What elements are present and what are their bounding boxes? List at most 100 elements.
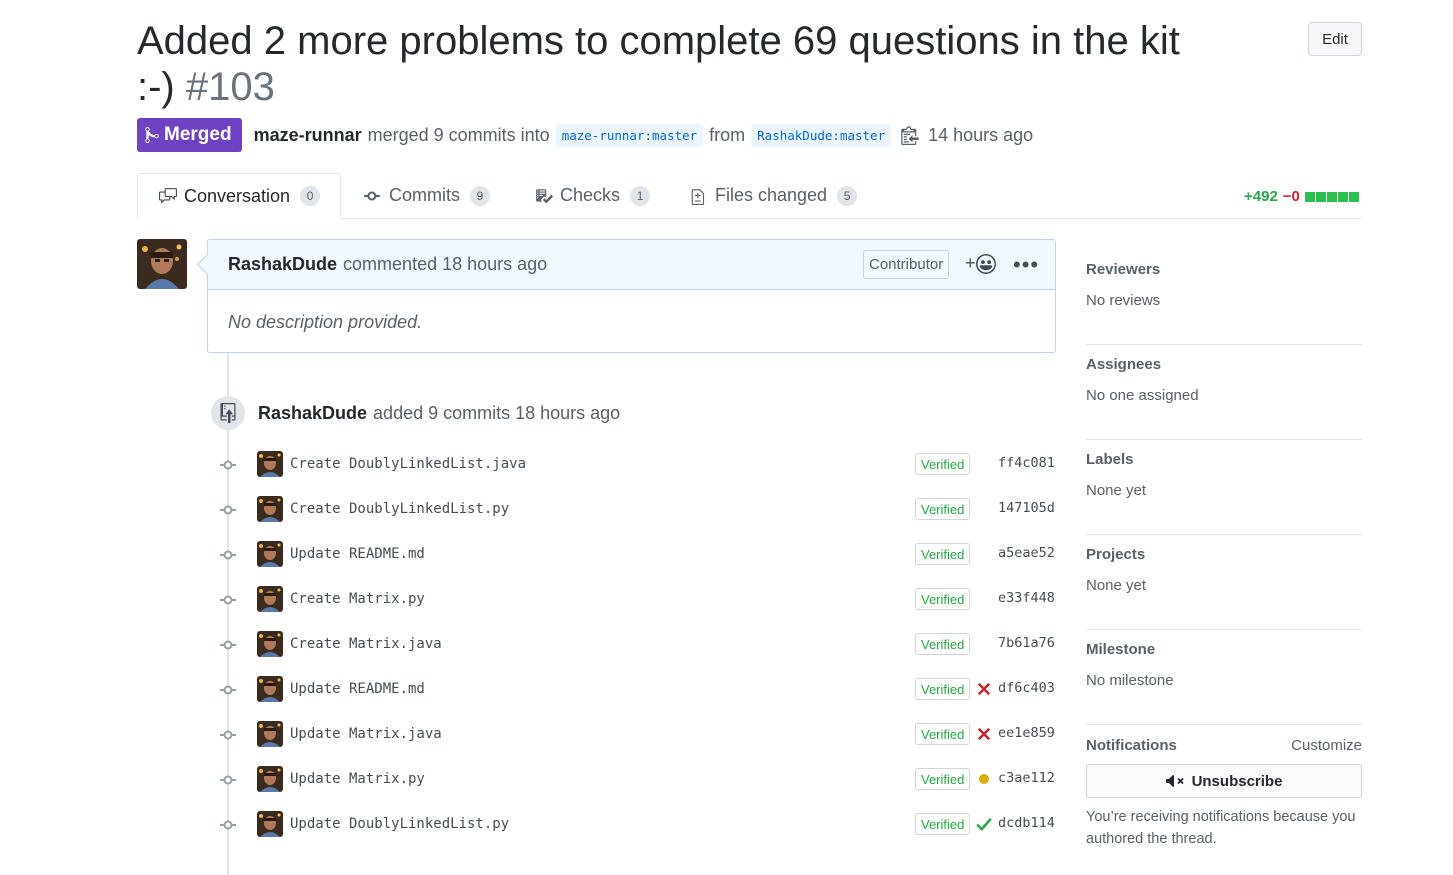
unsubscribe-label: Unsubscribe: [1191, 772, 1283, 790]
verified-badge[interactable]: Verified: [915, 678, 971, 700]
commit-status[interactable]: [975, 680, 993, 698]
verified-badge[interactable]: Verified: [915, 723, 971, 745]
sidebar-labels: Labels None yet: [1086, 440, 1362, 535]
timeline-line: [227, 353, 229, 875]
commit-row: Create Matrix.py Verified e33f448: [220, 584, 1056, 614]
customize-link[interactable]: Customize: [1291, 737, 1362, 754]
commit-dot-icon: [220, 773, 236, 785]
pr-title-text: Added 2 more problems to complete 69 que…: [137, 19, 1180, 109]
verified-badge[interactable]: Verified: [915, 588, 971, 610]
verified-badge[interactable]: Verified: [915, 498, 971, 520]
sidebar-projects: Projects None yet: [1086, 535, 1362, 630]
commit-row: Create DoublyLinkedList.py Verified 147105…: [220, 494, 1056, 524]
sidebar-reviewers: Reviewers No reviews: [1086, 250, 1362, 345]
commit-author-avatar[interactable]: [257, 676, 283, 702]
commit-dot-icon: [220, 683, 236, 695]
commit-author-avatar[interactable]: [257, 721, 283, 747]
head-branch[interactable]: RashakDude:master: [751, 123, 892, 147]
comment-discussion-icon: [159, 188, 177, 204]
commit-row: Create DoublyLinkedList.java Verified ff4c…: [220, 449, 1056, 479]
commit-author-avatar[interactable]: [257, 811, 283, 837]
comment-header: RashakDude commented 18 hours ago Contri…: [208, 240, 1055, 290]
unsubscribe-button[interactable]: Unsubscribe: [1086, 764, 1362, 798]
commit-dot-icon: [220, 818, 236, 830]
commit-sha[interactable]: 7b61a76: [998, 635, 1055, 651]
diffstat-additions: +492: [1244, 188, 1278, 205]
contributor-badge: Contributor: [863, 250, 950, 279]
verified-badge[interactable]: Verified: [915, 453, 971, 475]
commit-sha[interactable]: 147105d: [998, 500, 1055, 516]
tab-conversation-label: Conversation: [184, 185, 291, 206]
assignees-heading[interactable]: Assignees: [1086, 356, 1362, 373]
edit-button[interactable]: Edit: [1308, 22, 1362, 56]
commit-dot-icon: [220, 593, 236, 605]
tab-checks-count: 1: [630, 185, 651, 206]
avatar[interactable]: [137, 239, 187, 289]
commit-row: Update Matrix.py Verified c3ae112: [220, 764, 1056, 794]
tab-commits[interactable]: Commits 9: [363, 173, 490, 218]
commit-dot-icon: [220, 458, 236, 470]
comment-action[interactable]: commented 18 hours ago: [343, 254, 547, 275]
verified-badge[interactable]: Verified: [915, 543, 971, 565]
commit-status[interactable]: [975, 725, 993, 743]
commit-row: Update DoublyLinkedList.py Verified dcdb11…: [220, 809, 1056, 839]
commit-sha[interactable]: ff4c081: [998, 455, 1055, 471]
commit-sha[interactable]: dcdb114: [998, 815, 1055, 831]
push-author-link[interactable]: RashakDude: [258, 403, 367, 424]
commit-row: Update README.md Verified a5eae52: [220, 539, 1056, 569]
commit-sha[interactable]: a5eae52: [998, 545, 1055, 561]
pr-title: Added 2 more problems to complete 69 que…: [137, 18, 1217, 110]
commit-dot-icon: [220, 728, 236, 740]
push-event: RashakDude added 9 commits 18 hours ago: [211, 396, 620, 430]
kebab-horizontal-icon[interactable]: •••: [1013, 252, 1039, 278]
copy-branch-icon[interactable]: [901, 125, 919, 145]
projects-heading[interactable]: Projects: [1086, 546, 1362, 563]
milestone-heading[interactable]: Milestone: [1086, 641, 1362, 658]
reviewers-heading[interactable]: Reviewers: [1086, 261, 1362, 278]
verified-badge[interactable]: Verified: [915, 813, 971, 835]
pr-tabs: Conversation 0 Commits 9 Checks 1 Files …: [137, 173, 1362, 219]
sidebar-assignees: Assignees No one assigned: [1086, 345, 1362, 440]
commit-icon: [364, 191, 380, 200]
tab-files-changed-label: Files changed: [715, 185, 828, 205]
git-merge-icon: [145, 127, 159, 143]
commit-author-avatar[interactable]: [257, 451, 283, 477]
tab-files-changed[interactable]: Files changed 5: [689, 173, 858, 218]
diffstat-deletions: −0: [1282, 188, 1300, 205]
diffstat-blocks: [1304, 191, 1359, 202]
commit-author-avatar[interactable]: [257, 541, 283, 567]
comment-body: No description provided.: [228, 312, 423, 332]
file-diff-icon: [691, 188, 705, 205]
verified-badge[interactable]: Verified: [915, 768, 971, 790]
commit-sha[interactable]: e33f448: [998, 590, 1055, 606]
commit-dot-icon: [220, 638, 236, 650]
add-reaction-button[interactable]: +: [965, 253, 996, 274]
merged-time: 14 hours ago: [928, 124, 1034, 145]
commit-author-avatar[interactable]: [257, 766, 283, 792]
commit-author-avatar[interactable]: [257, 586, 283, 612]
base-branch[interactable]: maze-runnar:master: [555, 123, 704, 147]
commit-status[interactable]: [975, 770, 993, 788]
commit-author-avatar[interactable]: [257, 631, 283, 657]
avatar-image: [137, 239, 187, 289]
diffstat-block: [1304, 191, 1315, 202]
tab-conversation[interactable]: Conversation 0: [137, 173, 342, 219]
merged-label: Merged: [164, 124, 232, 145]
commit-sha[interactable]: df6c403: [998, 680, 1055, 696]
labels-heading[interactable]: Labels: [1086, 451, 1362, 468]
diffstat[interactable]: +492 −0: [1244, 188, 1359, 205]
commit-dot-icon: [220, 503, 236, 515]
notifications-note: You’re receiving notifications because y…: [1086, 809, 1356, 847]
dot-fill-icon: [979, 774, 989, 784]
x-icon: [977, 727, 991, 741]
commit-status[interactable]: [975, 815, 993, 833]
commit-sha[interactable]: c3ae112: [998, 770, 1055, 786]
reaction-plus: +: [965, 253, 976, 273]
sidebar: Reviewers No reviews Assignees No one as…: [1086, 250, 1362, 850]
tab-checks[interactable]: Checks 1: [534, 173, 651, 218]
comment-author-link[interactable]: RashakDude: [228, 254, 337, 275]
verified-badge[interactable]: Verified: [915, 633, 971, 655]
commit-author-avatar[interactable]: [257, 496, 283, 522]
merged-by-link[interactable]: maze-runnar: [254, 125, 362, 146]
commit-sha[interactable]: ee1e859: [998, 725, 1055, 741]
